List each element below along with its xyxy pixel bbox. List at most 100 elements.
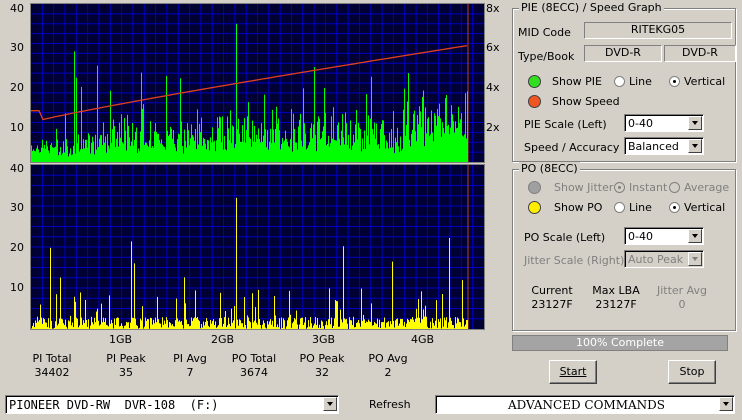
disc-type-value: DVD-R: [584, 45, 662, 62]
pie-bar: [346, 123, 347, 162]
pie-panel-title: PIE (8ECC) / Speed Graph: [519, 1, 664, 14]
chevron-down-icon[interactable]: [688, 116, 702, 130]
show-speed-label[interactable]: Show Speed: [552, 95, 620, 108]
pie-bar: [62, 153, 63, 162]
pie-bar: [223, 149, 224, 162]
pie-bar: [280, 149, 281, 162]
speed-color-swatch[interactable]: [528, 95, 541, 108]
po-y-tick-20: 20: [10, 241, 24, 254]
po-bar: [78, 327, 79, 329]
po-bar: [90, 325, 91, 329]
pie-bar: [177, 139, 178, 162]
po-bar: [79, 325, 80, 329]
po-bar: [357, 322, 358, 329]
po-bar: [447, 327, 448, 329]
advanced-commands-select[interactable]: ADVANCED COMMANDS: [435, 395, 735, 414]
pie-bar: [149, 140, 150, 162]
pie-bar: [348, 135, 349, 162]
pie-bar: [262, 141, 263, 162]
po-bar: [441, 328, 442, 329]
pie-vertical-radio[interactable]: [669, 76, 680, 87]
pie-vertical-label[interactable]: Vertical: [684, 75, 725, 88]
po-bar: [249, 321, 250, 329]
pie-bar: [83, 139, 84, 162]
po-bar: [267, 321, 268, 329]
po-bar: [395, 320, 396, 329]
po-bar: [204, 325, 205, 329]
po-line-radio[interactable]: [614, 202, 625, 213]
po-bar: [442, 294, 443, 329]
pie-bar: [117, 131, 118, 162]
pie-line-radio[interactable]: [614, 76, 625, 87]
po-bar: [380, 327, 381, 329]
po-vertical-label[interactable]: Vertical: [684, 201, 725, 214]
po-bar: [248, 317, 249, 329]
po-bar: [131, 241, 132, 329]
pie-bar: [396, 142, 397, 162]
po-bar: [156, 322, 157, 329]
pie-color-swatch[interactable]: [528, 75, 541, 88]
progress-text: 100% Complete: [576, 336, 664, 349]
stop-button[interactable]: Stop: [668, 360, 716, 384]
pie-bar: [456, 128, 457, 162]
po-bar: [453, 325, 454, 329]
pie-bar: [169, 134, 170, 162]
pie-y-tick-40: 40: [10, 2, 24, 15]
refresh-link[interactable]: Refresh: [369, 398, 411, 411]
pie-scale-select[interactable]: 0-40: [624, 114, 704, 132]
po-bar: [405, 326, 406, 329]
po-bar: [434, 325, 435, 329]
po-scale-select[interactable]: 0-40: [624, 227, 704, 245]
jitter-color-swatch: [528, 181, 541, 194]
pie-bar: [466, 138, 467, 162]
po-bar: [69, 321, 70, 329]
pie-bar: [212, 127, 213, 162]
pie-bar: [297, 149, 298, 162]
pie-line-label[interactable]: Line: [629, 75, 652, 88]
pie-bar: [383, 120, 384, 162]
po-vertical-radio[interactable]: [669, 202, 680, 213]
po-color-swatch[interactable]: [528, 201, 541, 214]
jitter-average-label: Average: [684, 181, 730, 194]
pie-bar: [113, 119, 114, 162]
po-bar: [196, 318, 197, 329]
po-bar: [257, 324, 258, 329]
show-pie-label[interactable]: Show PIE: [552, 75, 602, 88]
pie-bar: [454, 132, 455, 162]
po-line-label[interactable]: Line: [629, 201, 652, 214]
pie-bar: [81, 86, 82, 162]
pie-bar: [268, 149, 269, 162]
drive-select[interactable]: PIONEER DVD-RW DVR-108 (F:): [5, 395, 339, 414]
po-bar: [96, 311, 97, 329]
pie-bar: [121, 114, 122, 162]
po-bar: [241, 323, 242, 329]
po-bar: [384, 317, 385, 329]
start-button[interactable]: Start: [549, 360, 597, 384]
pie-bar: [329, 146, 330, 162]
jitter-average-radio: [669, 182, 680, 193]
pie-bar: [41, 147, 42, 162]
pie-bar: [465, 93, 466, 162]
show-po-label[interactable]: Show PO: [554, 201, 602, 214]
chevron-down-icon[interactable]: [719, 397, 733, 411]
pie-bar: [43, 148, 44, 162]
po-bar: [443, 326, 444, 329]
speed-accuracy-select[interactable]: Balanced: [624, 137, 704, 155]
pie-bar: [251, 146, 252, 162]
po-bar: [236, 197, 237, 329]
po-bar: [402, 318, 403, 329]
po-bar: [178, 321, 179, 329]
pie-bar: [207, 139, 208, 162]
chevron-down-icon[interactable]: [688, 139, 702, 153]
chevron-down-icon[interactable]: [323, 397, 337, 411]
pie-bar: [216, 140, 217, 162]
pie-bar: [378, 144, 379, 162]
pie-bar: [115, 147, 116, 162]
po-bar: [32, 325, 33, 329]
pie-bar: [399, 152, 400, 162]
pie-bar: [179, 134, 180, 162]
chevron-down-icon[interactable]: [688, 229, 702, 243]
pie-bar: [211, 142, 212, 162]
pie-bar: [132, 122, 133, 162]
pie-bar: [244, 118, 245, 162]
